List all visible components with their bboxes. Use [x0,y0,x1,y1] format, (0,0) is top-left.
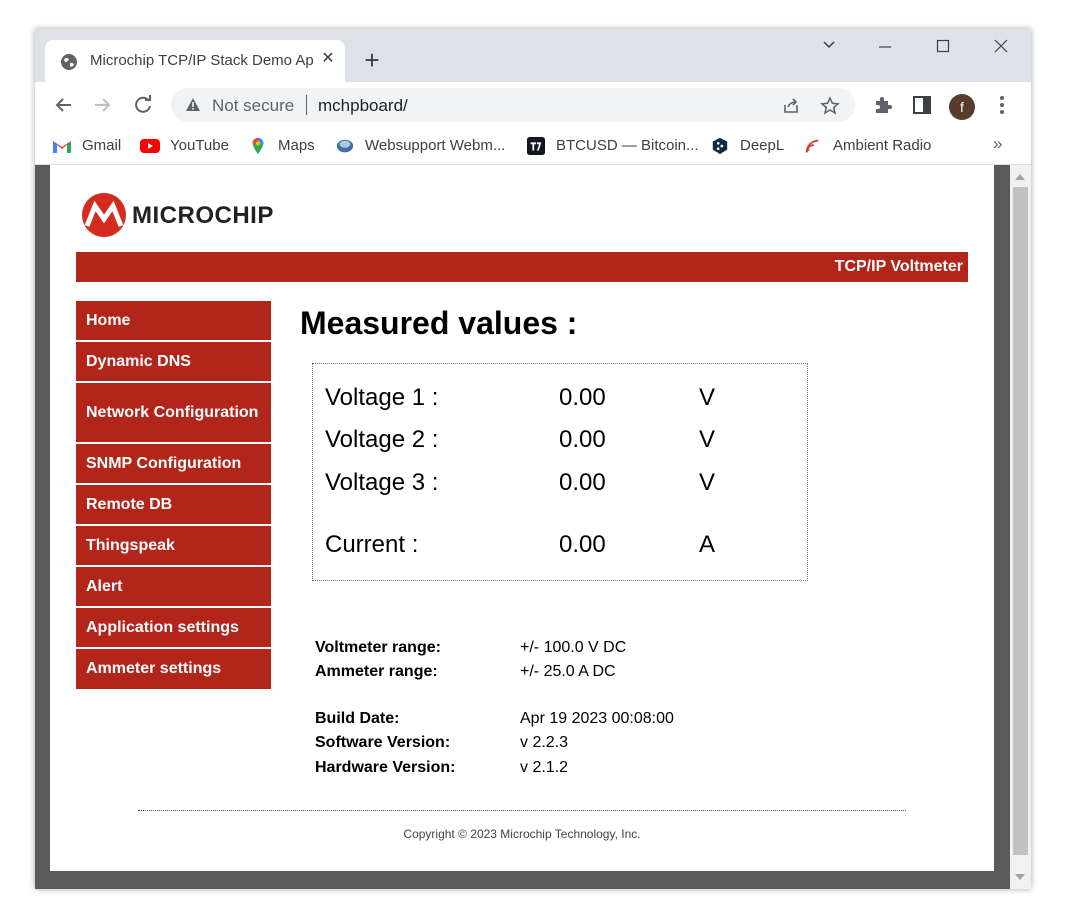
menu-item-alert[interactable]: Alert [76,567,271,608]
reload-icon[interactable] [130,92,156,118]
vertical-scrollbar[interactable] [1010,165,1031,889]
ambient-radio-icon [805,139,819,153]
measurement-value: 0.00 [559,469,606,496]
bookmarks-bar: Gmail YouTube Maps Websupport Webm... BT… [35,128,1031,165]
measurement-value: 0.00 [559,426,606,453]
tab-active[interactable]: Microchip TCP/IP Stack Demo Ap ✕ [45,40,345,82]
close-window-button[interactable] [981,37,1021,61]
bookmark-label: BTCUSD — Bitcoin... [556,137,699,154]
profile-avatar[interactable]: f [949,94,975,120]
measurement-unit: V [699,384,716,411]
page-viewport: MICROCHIP TCP/IP Voltmeter Home Dynamic … [35,165,1031,889]
browser-window: Microchip TCP/IP Stack Demo Ap ✕ + Not s… [35,29,1031,889]
sidebar-menu: Home Dynamic DNS Network Configuration S… [76,301,271,689]
tab-title: Microchip TCP/IP Stack Demo Ap [90,52,314,69]
measurement-unit: V [699,426,716,453]
kebab-menu-icon[interactable] [991,94,1013,116]
measurement-row: Current : 0.00 A [313,531,807,561]
measurement-label: Voltage 1 : [325,384,439,411]
page-heading: Measured values : [300,305,578,341]
menu-item-network-configuration[interactable]: Network Configuration [76,383,271,444]
bookmark-label: Gmail [82,137,122,154]
scrollbar-thumb[interactable] [1013,187,1028,855]
info-value: +/- 25.0 A DC [520,663,616,680]
bookmark-label: DeepL [740,137,785,154]
info-key: Voltmeter range: [315,639,441,656]
measurement-label: Voltage 2 : [325,426,439,453]
menu-item-ammeter-settings[interactable]: Ammeter settings [76,649,271,689]
menu-item-dynamic-dns[interactable]: Dynamic DNS [76,342,271,383]
share-icon[interactable] [781,96,801,116]
minimize-button[interactable] [865,37,905,61]
address-separator [306,95,307,115]
scroll-up-arrow-icon[interactable] [1015,174,1025,180]
info-value: v 2.2.3 [520,734,569,751]
logo-wordmark: MICROCHIP [132,202,274,229]
measurement-unit: V [699,469,716,496]
bookmarks-overflow-button[interactable]: » [993,134,1002,154]
info-value: v 2.1.2 [520,759,569,776]
banner-title: TCP/IP Voltmeter [834,258,963,275]
scroll-down-arrow-icon[interactable] [1015,874,1025,880]
side-panel-icon[interactable] [911,94,933,116]
warning-icon[interactable] [185,97,201,113]
microchip-logo-icon [82,193,126,237]
bookmark-label: Maps [278,137,315,154]
measurement-value: 0.00 [559,384,606,411]
menu-item-home[interactable]: Home [76,301,271,342]
browser-toolbar: Not secure mchpboard/ f [35,82,1031,128]
url-text[interactable]: mchpboard/ [318,96,408,116]
back-arrow-icon[interactable] [51,92,77,118]
maximize-button[interactable] [923,37,963,61]
star-icon[interactable] [820,96,840,116]
menu-item-remote-db[interactable]: Remote DB [76,485,271,526]
youtube-icon [140,139,160,153]
bookmark-label: Ambient Radio [833,137,932,154]
measurement-unit: A [699,531,716,558]
footer-divider [138,810,906,811]
menu-item-thingspeak[interactable]: Thingspeak [76,526,271,567]
tab-strip: Microchip TCP/IP Stack Demo Ap ✕ + [35,29,1031,82]
extensions-puzzle-icon[interactable] [872,94,894,116]
websupport-icon [336,139,354,153]
menu-item-application-settings[interactable]: Application settings [76,608,271,649]
info-value: +/- 100.0 V DC [520,639,627,656]
bookmark-label: Websupport Webm... [365,137,506,154]
gmail-icon [53,141,71,153]
measurements-panel: Voltage 1 : 0.00 V Voltage 2 : 0.00 V Vo… [312,363,808,581]
info-key: Software Version: [315,734,451,751]
measurement-value: 0.00 [559,531,606,558]
microchip-logo: MICROCHIP [81,192,281,242]
new-tab-button[interactable]: + [359,47,385,74]
measurement-row: Voltage 2 : 0.00 V [313,426,807,456]
measurement-row: Voltage 3 : 0.00 V [313,469,807,499]
web-page: MICROCHIP TCP/IP Voltmeter Home Dynamic … [50,165,994,871]
page-banner: TCP/IP Voltmeter [76,252,968,282]
tab-search-icon[interactable] [809,37,849,61]
maps-icon [252,137,264,155]
bookmark-label: YouTube [170,137,229,154]
globe-icon [61,54,77,70]
info-key: Ammeter range: [315,663,438,680]
info-value: Apr 19 2023 00:08:00 [520,710,674,727]
info-key: Hardware Version: [315,759,456,776]
copyright-text: Copyright © 2023 Microchip Technology, I… [403,827,641,841]
deepl-icon [712,137,728,155]
measurement-row: Voltage 1 : 0.00 V [313,384,807,414]
measurement-label: Voltage 3 : [325,469,439,496]
security-label[interactable]: Not secure [212,96,294,116]
menu-item-snmp-configuration[interactable]: SNMP Configuration [76,444,271,485]
close-tab-icon[interactable]: ✕ [317,48,339,70]
address-bar[interactable]: Not secure mchpboard/ [171,88,855,122]
measurement-label: Current : [325,531,419,558]
forward-arrow-icon[interactable] [89,92,115,118]
tradingview-icon [527,137,545,155]
info-key: Build Date: [315,710,400,727]
